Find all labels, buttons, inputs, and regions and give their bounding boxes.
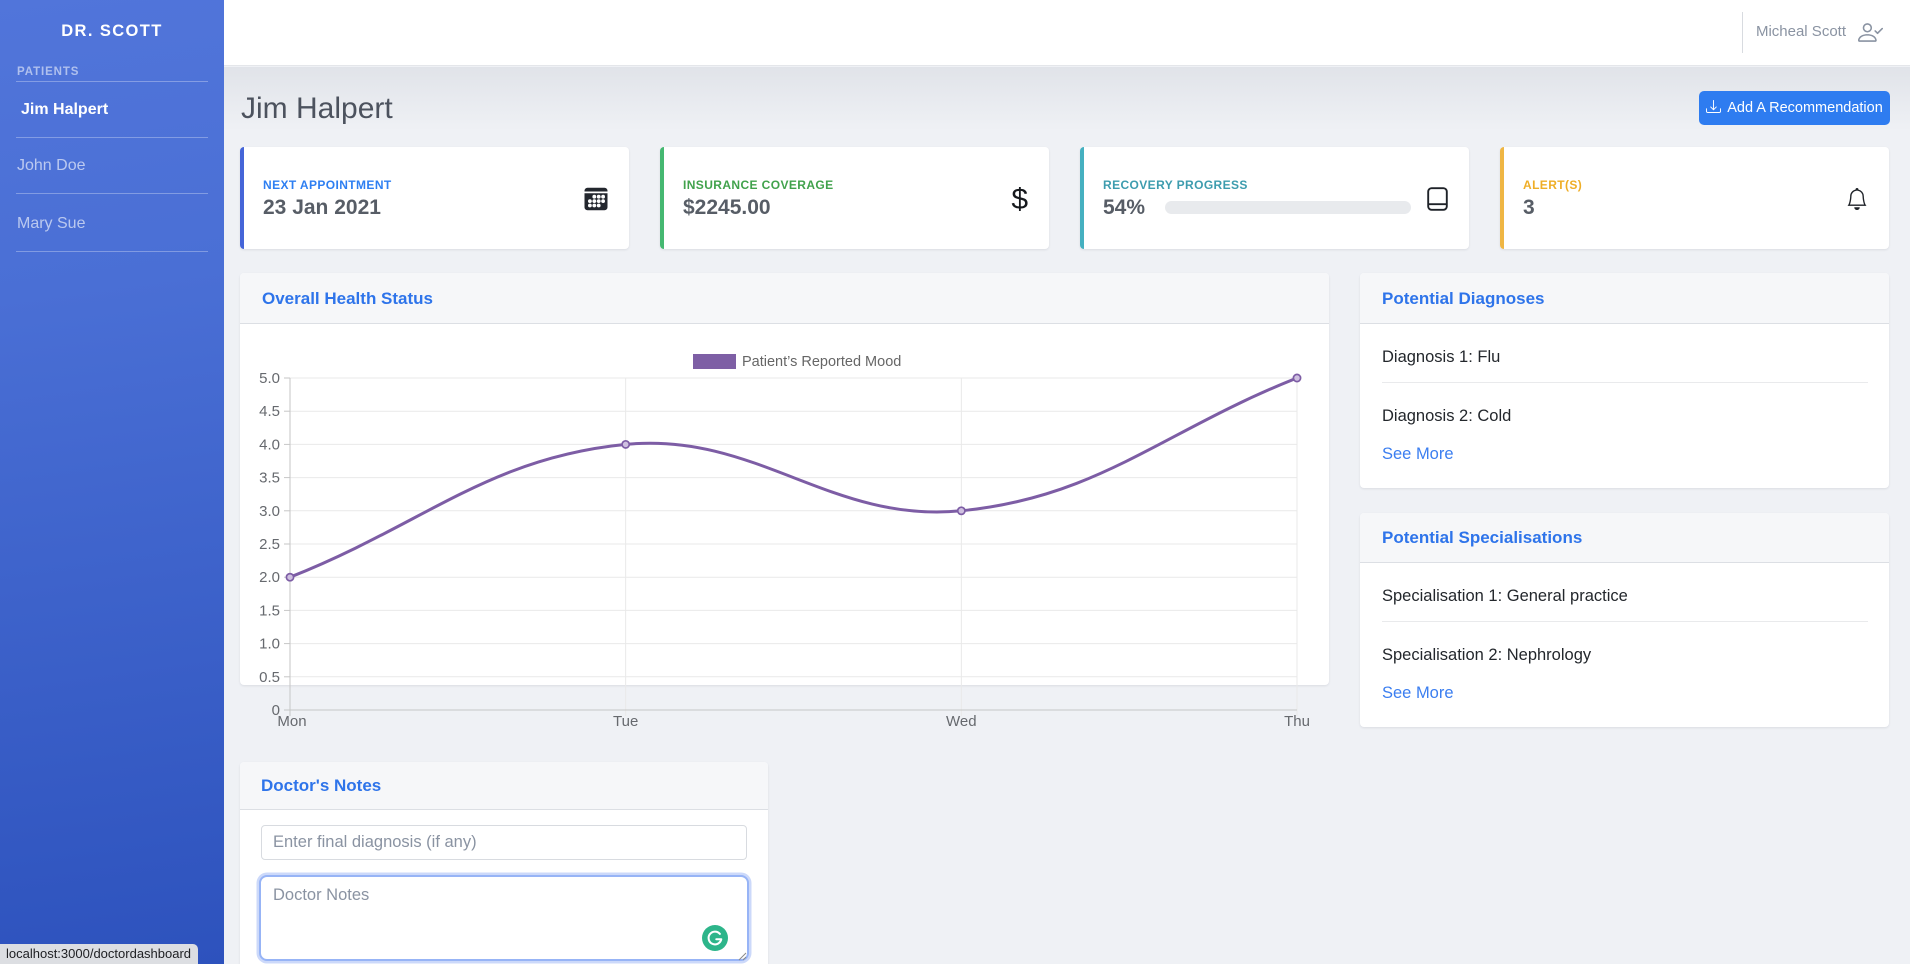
svg-text:Thu: Thu <box>1284 713 1310 730</box>
svg-text:2.0: 2.0 <box>259 569 280 586</box>
svg-text:Wed: Wed <box>946 713 977 730</box>
svg-text:4.0: 4.0 <box>259 436 280 453</box>
svg-text:3.5: 3.5 <box>259 470 280 487</box>
svg-text:5.0: 5.0 <box>259 370 280 387</box>
svg-text:1.0: 1.0 <box>259 636 280 653</box>
svg-text:1.5: 1.5 <box>259 602 280 619</box>
svg-text:Mon: Mon <box>277 713 306 730</box>
svg-text:Patient’s Reported Mood: Patient’s Reported Mood <box>742 354 901 370</box>
svg-text:3.0: 3.0 <box>259 503 280 520</box>
svg-text:4.5: 4.5 <box>259 403 280 420</box>
svg-text:2.5: 2.5 <box>259 536 280 553</box>
svg-text:0.5: 0.5 <box>259 669 280 686</box>
svg-text:Tue: Tue <box>613 713 638 730</box>
